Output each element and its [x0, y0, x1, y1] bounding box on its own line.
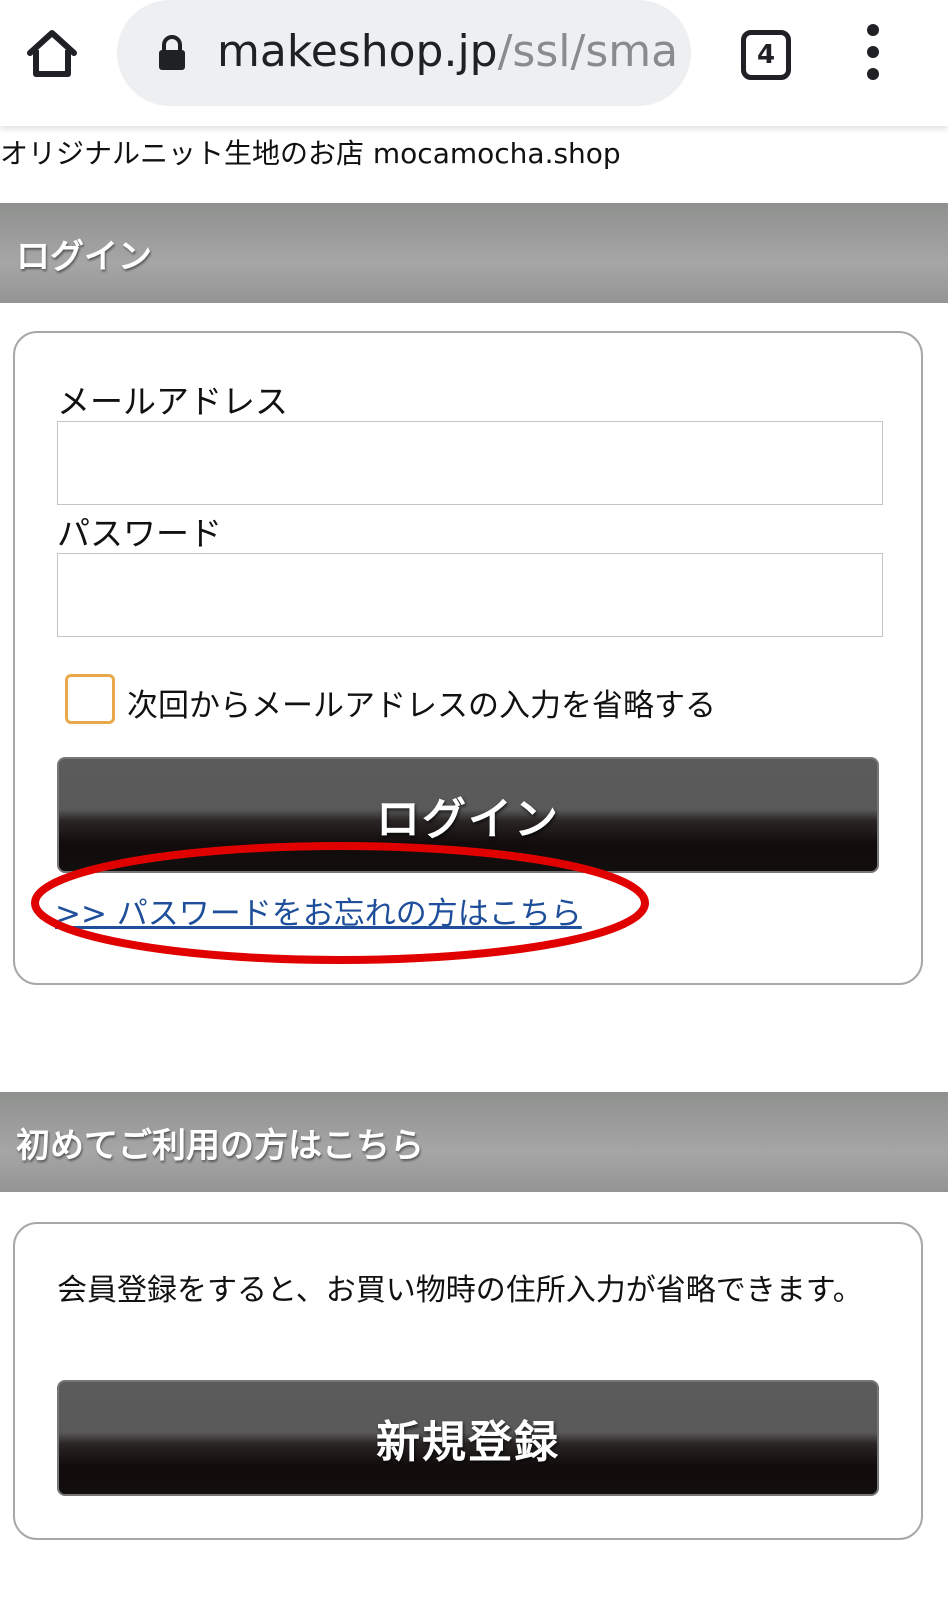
address-bar[interactable]: makeshop.jp/ssl/smart	[117, 0, 691, 106]
login-card: メールアドレス パスワード 次回からメールアドレスの入力を省略する ログイン >…	[13, 331, 923, 985]
forgot-password-link[interactable]: >> パスワードをお忘れの方はこちら	[55, 888, 582, 933]
register-card: 会員登録をすると、お買い物時の住所入力が省略できます。 新規登録	[13, 1222, 923, 1540]
email-field[interactable]	[57, 421, 883, 505]
password-label: パスワード	[57, 514, 222, 553]
remember-email-checkbox[interactable]	[65, 674, 115, 724]
overflow-menu-icon[interactable]	[855, 24, 891, 80]
url-path: /ssl/smart	[497, 26, 677, 77]
tab-switcher-icon[interactable]: 4	[741, 30, 791, 80]
register-section-header: 初めてご利用の方はこちら	[0, 1092, 948, 1192]
menu-dot	[867, 46, 879, 58]
tab-count: 4	[756, 40, 776, 70]
remember-email-label: 次回からメールアドレスの入力を省略する	[127, 688, 716, 724]
login-section-header: ログイン	[0, 203, 948, 303]
lock-icon	[159, 35, 185, 70]
home-button[interactable]	[22, 24, 82, 84]
url-text: makeshop.jp/ssl/smart	[217, 24, 677, 80]
menu-dot	[867, 24, 879, 36]
password-field[interactable]	[57, 553, 883, 637]
browser-toolbar: makeshop.jp/ssl/smart 4	[0, 0, 948, 126]
email-label: メールアドレス	[57, 382, 288, 421]
shop-name: オリジナルニット生地のお店 mocamocha.shop	[0, 137, 621, 170]
home-icon	[27, 30, 77, 77]
register-button[interactable]: 新規登録	[57, 1380, 879, 1496]
url-domain: makeshop.jp	[217, 26, 498, 77]
login-button[interactable]: ログイン	[57, 757, 879, 873]
menu-dot	[867, 68, 879, 80]
register-description: 会員登録をすると、お買い物時の住所入力が省略できます。	[57, 1273, 863, 1308]
